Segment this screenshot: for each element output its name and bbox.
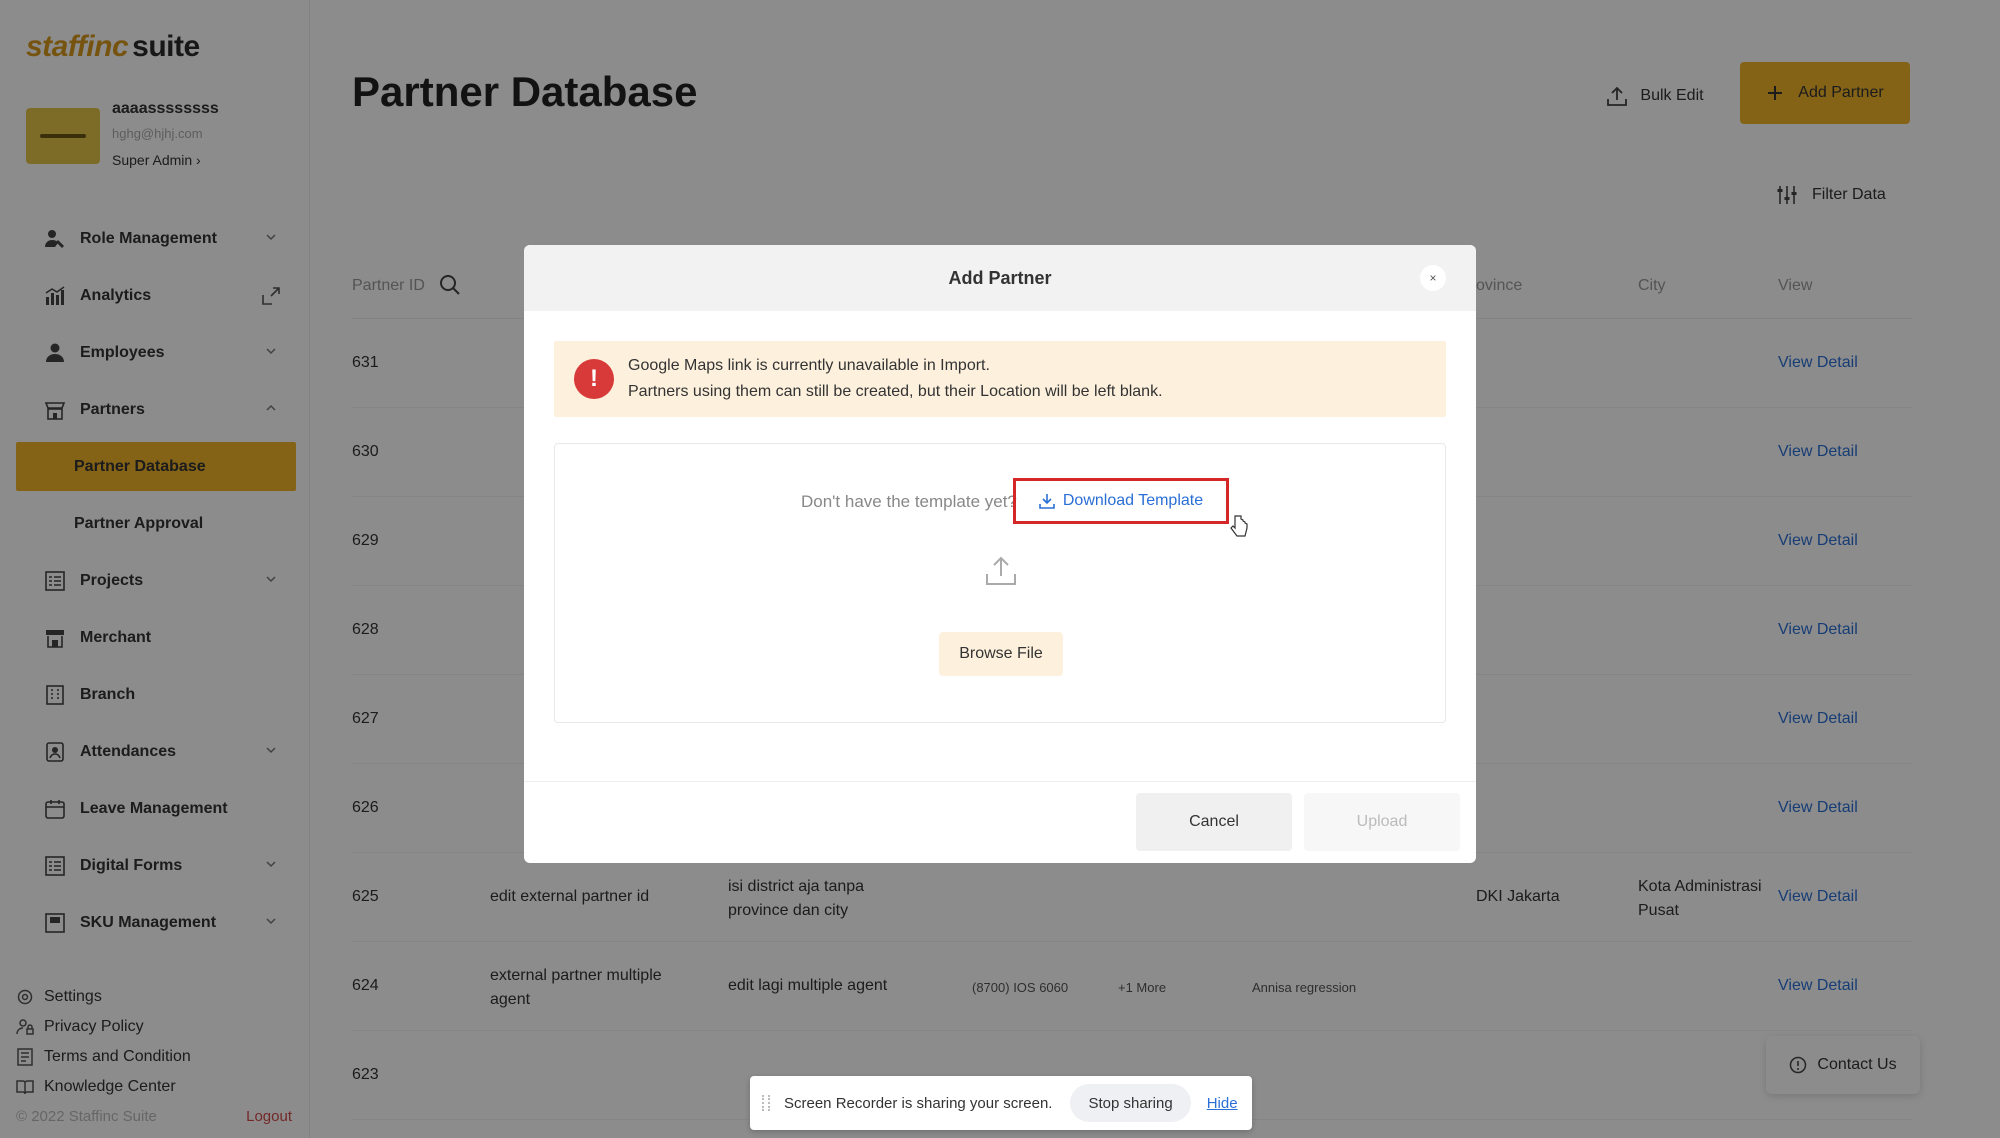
hide-link[interactable]: Hide — [1207, 1095, 1238, 1112]
upload-button[interactable]: Upload — [1304, 793, 1460, 851]
alert-icon: ! — [574, 359, 614, 399]
download-template-label: Download Template — [1062, 492, 1204, 509]
warning-line-1: Google Maps link is currently unavailabl… — [628, 357, 990, 374]
cancel-button[interactable]: Cancel — [1136, 793, 1292, 851]
modal-header: Add Partner × — [524, 245, 1476, 311]
modal-title: Add Partner — [948, 267, 1052, 288]
warning-line-2: Partners using them can still be created… — [628, 383, 1163, 400]
screen-recorder-bar: Screen Recorder is sharing your screen. … — [750, 1076, 1252, 1130]
template-question: Don't have the template yet? — [801, 492, 1017, 511]
recorder-message: Screen Recorder is sharing your screen. — [784, 1094, 1053, 1112]
download-icon — [1039, 494, 1055, 509]
close-button[interactable]: × — [1420, 265, 1446, 291]
close-icon: × — [1429, 271, 1437, 285]
upload-icon — [986, 556, 1016, 585]
divider — [524, 781, 1476, 782]
drag-handle-icon[interactable] — [762, 1095, 770, 1111]
file-dropzone[interactable]: Don't have the template yet? Download Te… — [554, 443, 1446, 723]
browse-file-button[interactable]: Browse File — [939, 632, 1063, 676]
add-partner-modal: Add Partner × ! Google Maps link is curr… — [524, 245, 1476, 863]
hand-cursor-icon — [1230, 515, 1248, 537]
warning-banner: ! Google Maps link is currently unavaila… — [554, 341, 1446, 417]
download-template-link[interactable]: Download Template — [1013, 478, 1229, 524]
stop-sharing-button[interactable]: Stop sharing — [1070, 1084, 1191, 1122]
